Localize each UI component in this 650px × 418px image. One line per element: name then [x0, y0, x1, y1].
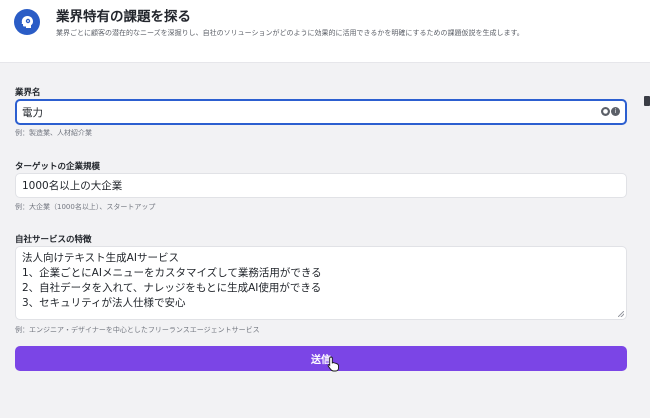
page-title: 業界特有の課題を探る [56, 9, 191, 25]
textarea-line: 法人向けテキスト生成AIサービス [22, 252, 179, 264]
info-icon[interactable]: i [611, 107, 620, 116]
service-features-textarea[interactable]: 法人向けテキスト生成AIサービス 1、企業ごとにAIメニューをカスタマイズして業… [15, 246, 627, 320]
resize-grip-icon[interactable] [618, 311, 624, 317]
submit-button[interactable]: 送信 [15, 346, 627, 371]
industry-hint: 例：製造業、人材紹介業 [15, 129, 92, 137]
side-handle[interactable] [644, 96, 650, 106]
company-size-label: ターゲットの企業規模 [15, 162, 101, 172]
password-manager-icon[interactable]: ● [601, 107, 610, 116]
service-features-label: 自社サービスの特徴 [15, 235, 92, 245]
industry-label: 業界名 [15, 88, 41, 98]
textarea-line: 2、自社データを入れて、ナレッジをもとに生成AI使用ができる [22, 282, 322, 294]
company-size-input[interactable] [15, 173, 627, 198]
brain-gear-icon [14, 9, 40, 35]
service-features-hint: 例：エンジニア・デザイナーを中心としたフリーランスエージェントサービス [15, 326, 260, 334]
page-header: 業界特有の課題を探る 業界ごとに顧客の潜在的なニーズを深掘りし、自社のソリューシ… [0, 0, 650, 63]
textarea-line: 3、セキュリティが法人仕様で安心 [22, 297, 186, 309]
page-description: 業界ごとに顧客の潜在的なニーズを深掘りし、自社のソリューションがどのように効果的… [56, 29, 524, 37]
company-size-hint: 例：大企業（1000名以上）、スタートアップ [15, 203, 156, 211]
pointer-cursor-icon [327, 356, 339, 372]
industry-input[interactable] [15, 99, 627, 125]
textarea-line: 1、企業ごとにAIメニューをカスタマイズして業務活用ができる [22, 267, 322, 279]
input-assist-icons[interactable]: ● i [601, 107, 620, 116]
